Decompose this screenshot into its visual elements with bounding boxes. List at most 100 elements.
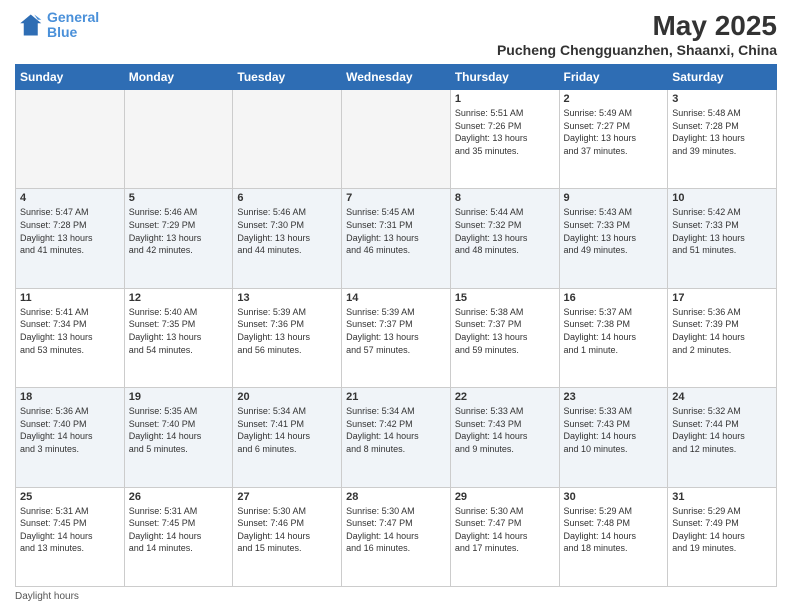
table-row: 14 Sunrise: 5:39 AM Sunset: 7:37 PM Dayli… (342, 288, 451, 387)
day-info: Sunrise: 5:33 AM Sunset: 7:43 PM Dayligh… (564, 405, 664, 455)
day-info: Sunrise: 5:41 AM Sunset: 7:34 PM Dayligh… (20, 306, 120, 356)
day-info: Sunrise: 5:29 AM Sunset: 7:48 PM Dayligh… (564, 505, 664, 555)
table-row: 13Sunrise: 5:39 AM Sunset: 7:36 PM Dayli… (233, 288, 342, 387)
table-row: 17Sunrise: 5:36 AM Sunset: 7:39 PM Dayli… (668, 288, 777, 387)
day-info: Sunrise: 5:42 AM Sunset: 7:33 PM Dayligh… (672, 206, 772, 256)
logo: General Blue (15, 10, 99, 41)
table-row: 25 Sunrise: 5:31 AM Sunset: 7:45 PM Dayli… (16, 487, 125, 586)
day-number: 26 (129, 491, 229, 503)
day-number: 18 (20, 391, 120, 403)
day-number: 6 (237, 192, 337, 204)
table-row: 5 Sunrise: 5:46 AM Sunset: 7:29 PM Daylig… (124, 189, 233, 288)
logo-line1: General (47, 9, 99, 25)
table-row (124, 90, 233, 189)
table-row: 15 Sunrise: 5:38 AM Sunset: 7:37 PM Dayli… (450, 288, 559, 387)
day-info: Sunrise: 5:34 AM Sunset: 7:42 PM Dayligh… (346, 405, 446, 455)
day-info: Sunrise: 5:46 AM Sunset: 7:30 PM Dayligh… (237, 206, 337, 256)
table-row (233, 90, 342, 189)
table-row: 6 Sunrise: 5:46 AM Sunset: 7:30 PM Daylig… (233, 189, 342, 288)
day-number: 5 (129, 192, 229, 204)
day-number: 28 (346, 491, 446, 503)
month-title: May 2025 (497, 10, 777, 42)
day-info: Sunrise: 5:37 AM Sunset: 7:38 PM Dayligh… (564, 306, 664, 356)
calendar-week-row: 4 Sunrise: 5:47 AM Sunset: 7:28 PM Daylig… (16, 189, 777, 288)
table-row (16, 90, 125, 189)
logo-line2: Blue (47, 24, 77, 40)
day-number: 4 (20, 192, 120, 204)
day-info: Sunrise: 5:48 AM Sunset: 7:28 PM Dayligh… (672, 107, 772, 157)
table-row: 9 Sunrise: 5:43 AM Sunset: 7:33 PM Daylig… (559, 189, 668, 288)
day-info: Sunrise: 5:36 AM Sunset: 7:40 PM Dayligh… (20, 405, 120, 455)
table-row: 3 Sunrise: 5:48 AM Sunset: 7:28 PM Daylig… (668, 90, 777, 189)
day-number: 19 (129, 391, 229, 403)
calendar-table: Sunday Monday Tuesday Wednesday Thursday… (15, 64, 777, 587)
table-row: 31Sunrise: 5:29 AM Sunset: 7:49 PM Dayli… (668, 487, 777, 586)
table-row: 10Sunrise: 5:42 AM Sunset: 7:33 PM Dayli… (668, 189, 777, 288)
footer: Daylight hours (15, 591, 777, 602)
day-info: Sunrise: 5:33 AM Sunset: 7:43 PM Dayligh… (455, 405, 555, 455)
table-row: 8Sunrise: 5:44 AM Sunset: 7:32 PM Daylig… (450, 189, 559, 288)
col-saturday: Saturday (668, 65, 777, 90)
calendar-week-row: 18 Sunrise: 5:36 AM Sunset: 7:40 PM Dayli… (16, 388, 777, 487)
day-info: Sunrise: 5:30 AM Sunset: 7:47 PM Dayligh… (455, 505, 555, 555)
day-info: Sunrise: 5:39 AM Sunset: 7:37 PM Dayligh… (346, 306, 446, 356)
day-number: 12 (129, 292, 229, 304)
day-info: Sunrise: 5:29 AM Sunset: 7:49 PM Dayligh… (672, 505, 772, 555)
day-number: 15 (455, 292, 555, 304)
day-info: Sunrise: 5:30 AM Sunset: 7:46 PM Dayligh… (237, 505, 337, 555)
table-row: 18 Sunrise: 5:36 AM Sunset: 7:40 PM Dayli… (16, 388, 125, 487)
day-info: Sunrise: 5:36 AM Sunset: 7:39 PM Dayligh… (672, 306, 772, 356)
table-row: 4 Sunrise: 5:47 AM Sunset: 7:28 PM Daylig… (16, 189, 125, 288)
table-row: 16 Sunrise: 5:37 AM Sunset: 7:38 PM Dayli… (559, 288, 668, 387)
day-info: Sunrise: 5:30 AM Sunset: 7:47 PM Dayligh… (346, 505, 446, 555)
col-wednesday: Wednesday (342, 65, 451, 90)
day-info: Sunrise: 5:32 AM Sunset: 7:44 PM Dayligh… (672, 405, 772, 455)
calendar-header-row: Sunday Monday Tuesday Wednesday Thursday… (16, 65, 777, 90)
table-row: 26 Sunrise: 5:31 AM Sunset: 7:45 PM Dayli… (124, 487, 233, 586)
day-number: 25 (20, 491, 120, 503)
table-row: 11 Sunrise: 5:41 AM Sunset: 7:34 PM Dayli… (16, 288, 125, 387)
table-row: 28 Sunrise: 5:30 AM Sunset: 7:47 PM Dayli… (342, 487, 451, 586)
day-number: 1 (455, 93, 555, 105)
day-info: Sunrise: 5:31 AM Sunset: 7:45 PM Dayligh… (20, 505, 120, 555)
table-row: 23 Sunrise: 5:33 AM Sunset: 7:43 PM Dayli… (559, 388, 668, 487)
header: General Blue May 2025 Pucheng Chengguanz… (15, 10, 777, 58)
day-info: Sunrise: 5:43 AM Sunset: 7:33 PM Dayligh… (564, 206, 664, 256)
col-friday: Friday (559, 65, 668, 90)
day-number: 9 (564, 192, 664, 204)
table-row: 1 Sunrise: 5:51 AM Sunset: 7:26 PM Daylig… (450, 90, 559, 189)
day-number: 23 (564, 391, 664, 403)
table-row: 19Sunrise: 5:35 AM Sunset: 7:40 PM Dayli… (124, 388, 233, 487)
table-row: 7 Sunrise: 5:45 AM Sunset: 7:31 PM Daylig… (342, 189, 451, 288)
day-info: Sunrise: 5:49 AM Sunset: 7:27 PM Dayligh… (564, 107, 664, 157)
day-number: 2 (564, 93, 664, 105)
calendar-week-row: 1 Sunrise: 5:51 AM Sunset: 7:26 PM Daylig… (16, 90, 777, 189)
day-info: Sunrise: 5:40 AM Sunset: 7:35 PM Dayligh… (129, 306, 229, 356)
day-number: 14 (346, 292, 446, 304)
day-number: 3 (672, 93, 772, 105)
day-info: Sunrise: 5:39 AM Sunset: 7:36 PM Dayligh… (237, 306, 337, 356)
table-row: 27Sunrise: 5:30 AM Sunset: 7:46 PM Dayli… (233, 487, 342, 586)
day-info: Sunrise: 5:47 AM Sunset: 7:28 PM Dayligh… (20, 206, 120, 256)
calendar-week-row: 11 Sunrise: 5:41 AM Sunset: 7:34 PM Dayli… (16, 288, 777, 387)
day-info: Sunrise: 5:51 AM Sunset: 7:26 PM Dayligh… (455, 107, 555, 157)
day-number: 11 (20, 292, 120, 304)
day-number: 16 (564, 292, 664, 304)
day-number: 29 (455, 491, 555, 503)
day-number: 20 (237, 391, 337, 403)
day-info: Sunrise: 5:45 AM Sunset: 7:31 PM Dayligh… (346, 206, 446, 256)
day-info: Sunrise: 5:38 AM Sunset: 7:37 PM Dayligh… (455, 306, 555, 356)
daylight-label: Daylight hours (15, 591, 79, 602)
table-row: 12 Sunrise: 5:40 AM Sunset: 7:35 PM Dayli… (124, 288, 233, 387)
day-number: 30 (564, 491, 664, 503)
table-row: 29 Sunrise: 5:30 AM Sunset: 7:47 PM Dayli… (450, 487, 559, 586)
day-info: Sunrise: 5:31 AM Sunset: 7:45 PM Dayligh… (129, 505, 229, 555)
day-info: Sunrise: 5:34 AM Sunset: 7:41 PM Dayligh… (237, 405, 337, 455)
day-info: Sunrise: 5:46 AM Sunset: 7:29 PM Dayligh… (129, 206, 229, 256)
table-row: 30 Sunrise: 5:29 AM Sunset: 7:48 PM Dayli… (559, 487, 668, 586)
day-number: 7 (346, 192, 446, 204)
table-row: 2 Sunrise: 5:49 AM Sunset: 7:27 PM Daylig… (559, 90, 668, 189)
col-sunday: Sunday (16, 65, 125, 90)
col-monday: Monday (124, 65, 233, 90)
table-row: 20 Sunrise: 5:34 AM Sunset: 7:41 PM Dayli… (233, 388, 342, 487)
